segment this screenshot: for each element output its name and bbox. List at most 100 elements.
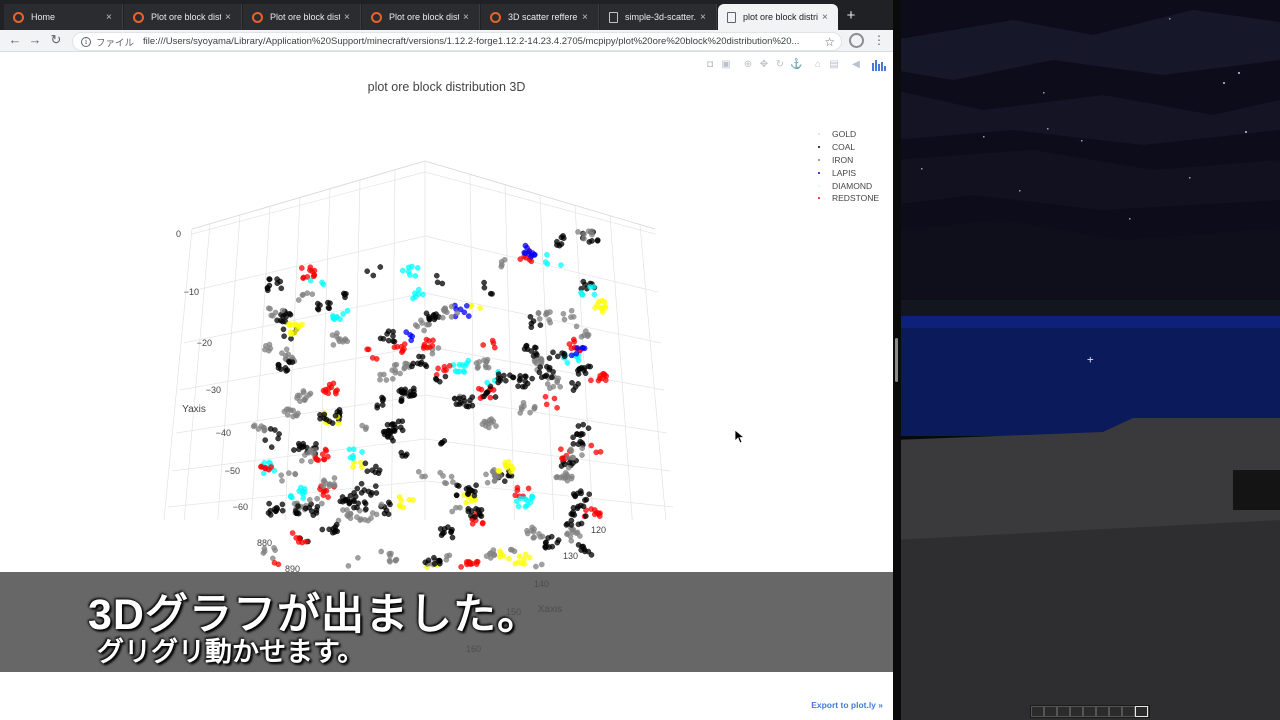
bookmark-star-icon[interactable]: ☆ [824,35,835,49]
scatter-point[interactable] [435,365,441,372]
scatter-point[interactable] [284,412,291,418]
scatter-point[interactable] [562,470,569,476]
scatter-point[interactable] [570,504,577,511]
scatter-point[interactable] [282,352,289,359]
scatter-point[interactable] [446,362,453,369]
scatter-point[interactable] [538,355,544,362]
scatter-point[interactable] [412,273,419,279]
scatter-point[interactable] [586,239,593,245]
scatter-point[interactable] [407,332,413,338]
scatter-point[interactable] [569,379,575,386]
scatter-point[interactable] [283,368,290,374]
scatter-point[interactable] [377,264,384,270]
scatter-point[interactable] [350,455,356,462]
scatter-point[interactable] [300,274,307,281]
scatter-point[interactable] [401,364,408,371]
scatter-point[interactable] [568,448,575,454]
scatter-point[interactable] [449,508,456,515]
scatter-point[interactable] [325,304,332,311]
hotbar-slot[interactable] [1109,706,1122,717]
legend-item[interactable]: REDSTONE [818,192,879,205]
scatter-point[interactable] [330,380,337,387]
scatter-point[interactable] [481,284,488,291]
scatter-point[interactable] [322,386,329,393]
browser-tab[interactable]: Plot ore block distrib × [362,4,480,30]
scatter-point[interactable] [585,425,592,432]
scatter-point[interactable] [555,353,561,360]
scatter-point[interactable] [442,373,449,380]
scatter-point[interactable] [528,348,535,354]
scatter-point[interactable] [550,369,556,375]
scatter-point[interactable] [468,508,475,514]
scatter-point[interactable] [429,350,436,357]
scatter-point[interactable] [444,309,450,316]
scatter-point[interactable] [536,316,543,322]
scatter-point[interactable] [485,364,492,371]
scatter-point[interactable] [571,512,578,518]
scatter-point[interactable] [431,554,437,561]
scatter-point[interactable] [323,488,330,494]
scatter-point[interactable] [558,463,565,469]
scatter-point[interactable] [401,341,408,347]
hotbar-slot[interactable] [1031,706,1044,717]
scatter-point[interactable] [579,291,586,298]
scatter-point[interactable] [319,279,325,286]
scatter-point[interactable] [319,500,325,507]
scatter-point[interactable] [431,560,438,567]
scatter-point[interactable] [526,554,533,561]
scatter-point[interactable] [414,323,421,330]
minecraft-window[interactable]: + [893,0,1280,720]
scatter-point[interactable] [330,342,337,348]
scatter-point[interactable] [361,487,368,493]
scatter-point[interactable] [309,291,316,297]
scatter-point[interactable] [490,418,497,425]
scatter-point[interactable] [392,557,399,564]
scatter-point[interactable] [579,543,585,550]
scatter-point[interactable] [362,426,369,433]
scatter-point[interactable] [554,404,560,411]
scatter-point[interactable] [489,337,496,344]
scatter-points[interactable] [250,228,610,570]
scatter-point[interactable] [283,346,290,353]
scatter-point[interactable] [355,554,361,561]
scatter-point[interactable] [296,392,303,399]
scatter-point[interactable] [462,362,469,369]
scatter-point[interactable] [579,445,586,452]
tab-close-icon[interactable]: × [225,12,235,23]
scatter-point[interactable] [523,373,529,380]
scatter-point[interactable] [441,529,447,536]
scatter-point[interactable] [580,421,587,428]
legend-item[interactable]: COAL [818,141,879,154]
scatter-point[interactable] [497,473,503,480]
scatter-point[interactable] [591,284,597,290]
scatter-point[interactable] [545,535,551,541]
scatter-point[interactable] [435,345,442,351]
legend-item[interactable]: GOLD [818,128,879,141]
scatter-point[interactable] [565,464,572,471]
scatter-point[interactable] [575,357,582,364]
scatter-point[interactable] [443,480,450,487]
scatter-point[interactable] [380,335,387,342]
scatter-point[interactable] [539,561,545,568]
scatter-point[interactable] [582,548,588,555]
scatter-point[interactable] [597,375,603,382]
scatter-point[interactable] [460,394,467,401]
scatter-point[interactable] [377,376,383,383]
scatter-point[interactable] [501,372,507,379]
reload-button[interactable]: ↻ [47,31,65,49]
scatter-point[interactable] [568,314,574,320]
scatter-point[interactable] [374,404,381,411]
scatter-point[interactable] [433,272,440,279]
scatter-point[interactable] [378,501,385,508]
scatter-point[interactable] [525,485,532,492]
scatter-point[interactable] [497,548,503,555]
scatter-point[interactable] [279,501,286,508]
scatter-point[interactable] [263,342,269,349]
scatter-point[interactable] [483,471,489,478]
scatter-point[interactable] [363,506,369,512]
scatter-point[interactable] [370,272,377,279]
scatter-point[interactable] [501,478,508,485]
scatter-point[interactable] [426,338,432,344]
hotbar-slot[interactable] [1070,706,1083,717]
scatter-point[interactable] [546,355,553,361]
